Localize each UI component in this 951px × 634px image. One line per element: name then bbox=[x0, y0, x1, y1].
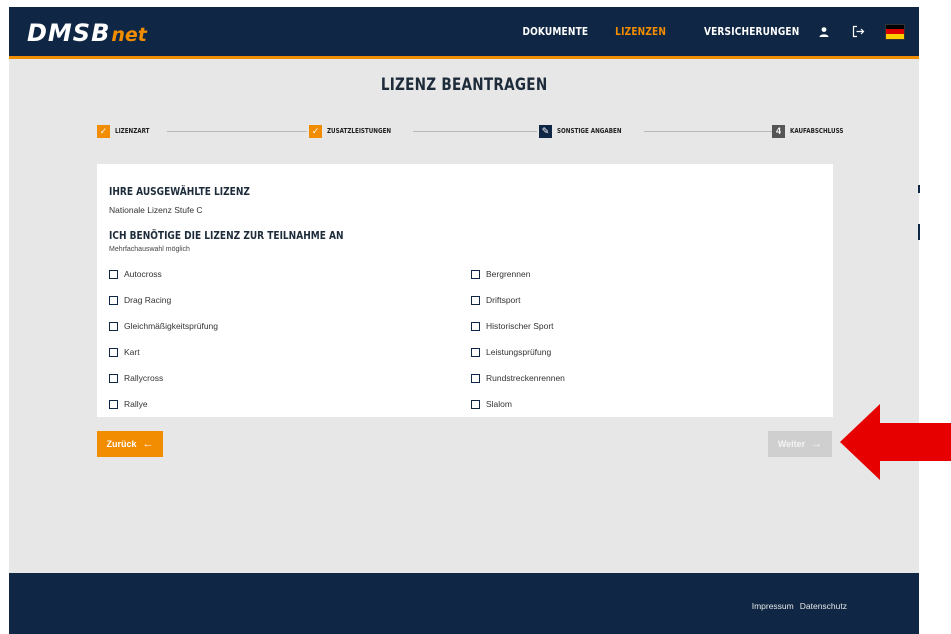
checkbox[interactable] bbox=[109, 399, 118, 409]
selected-license-heading: IHRE AUSGEWÄHLTE LIZENZ bbox=[109, 185, 250, 198]
edge-marker bbox=[918, 185, 920, 193]
checkbox-label: Bergrennen bbox=[486, 269, 531, 279]
dmsb-net-logo[interactable]: DMSB net bbox=[27, 19, 147, 47]
checkbox[interactable] bbox=[471, 399, 480, 409]
nav-versicherungen[interactable]: VERSICHERUNGEN bbox=[703, 25, 799, 38]
next-button[interactable]: Weiter → bbox=[768, 431, 832, 457]
checkbox[interactable] bbox=[109, 295, 118, 305]
checkbox-leistungspruefung[interactable]: Leistungsprüfung bbox=[471, 347, 551, 357]
page-title: LIZENZ BEANTRAGEN bbox=[380, 75, 548, 95]
progress-stepper: ✓ LIZENZART ✓ ZUSATZLEISTUNGEN ✎ SONSTIG… bbox=[97, 124, 863, 138]
main-nav: DOKUMENTE LIZENZEN VERSICHERUNGEN bbox=[492, 7, 905, 56]
step-zusatzleistungen[interactable]: ✓ ZUSATZLEISTUNGEN bbox=[309, 124, 414, 138]
arrow-right-icon: → bbox=[811, 438, 823, 450]
step-label: SONSTIGE ANGABEN bbox=[557, 127, 622, 135]
check-icon: ✓ bbox=[309, 124, 322, 138]
checkbox-bergrennen[interactable]: Bergrennen bbox=[471, 269, 530, 279]
checkbox[interactable] bbox=[109, 347, 118, 357]
checkbox[interactable] bbox=[109, 373, 118, 383]
step-label: KAUFABSCHLUSS bbox=[790, 127, 844, 135]
checkbox-autocross[interactable]: Autocross bbox=[109, 269, 162, 279]
license-form-card: IHRE AUSGEWÄHLTE LIZENZ Nationale Lizenz… bbox=[97, 164, 833, 417]
top-navigation-bar: DMSB net DOKUMENTE LIZENZEN VERSICHERUNG… bbox=[9, 7, 919, 59]
step-sonstige-angaben: ✎ SONSTIGE ANGABEN bbox=[539, 124, 644, 138]
red-arrow-annotation-icon bbox=[840, 404, 951, 480]
step-label: LIZENZART bbox=[115, 127, 150, 135]
checkbox-label: Rundstreckenrennen bbox=[486, 373, 565, 383]
step-label: ZUSATZLEISTUNGEN bbox=[327, 127, 392, 135]
nav-lizenzen[interactable]: LIZENZEN bbox=[616, 25, 667, 38]
checkbox-label: Slalom bbox=[486, 399, 512, 409]
checkbox-label: Leistungsprüfung bbox=[486, 347, 552, 357]
step-lizenzart[interactable]: ✓ LIZENZART bbox=[97, 124, 165, 138]
checkbox-gleichmaessigkeitspruefung[interactable]: Gleichmäßigkeitsprüfung bbox=[109, 321, 218, 331]
checkbox[interactable] bbox=[471, 295, 480, 305]
checkbox[interactable] bbox=[109, 321, 118, 331]
selected-license-value: Nationale Lizenz Stufe C bbox=[109, 205, 203, 215]
step-kaufabschluss: 4 KAUFABSCHLUSS bbox=[772, 124, 863, 138]
german-flag-icon[interactable] bbox=[885, 23, 905, 40]
checkbox[interactable] bbox=[471, 373, 480, 383]
checkbox[interactable] bbox=[471, 347, 480, 357]
checkbox-rundstreckenrennen[interactable]: Rundstreckenrennen bbox=[471, 373, 565, 383]
checkbox-label: Drag Racing bbox=[124, 295, 172, 305]
logo-main-text: DMSB bbox=[27, 19, 111, 47]
checkbox-label: Rallycross bbox=[124, 373, 164, 383]
app-window: DMSB net DOKUMENTE LIZENZEN VERSICHERUNG… bbox=[9, 7, 919, 634]
footer-links: Impressum Datenschutz bbox=[746, 601, 847, 611]
checkbox-driftsport[interactable]: Driftsport bbox=[471, 295, 520, 305]
edge-marker bbox=[918, 224, 920, 240]
multi-select-hint: Mehrfachauswahl möglich bbox=[109, 246, 190, 253]
check-icon: ✓ bbox=[97, 124, 110, 138]
checkbox-label: Gleichmäßigkeitsprüfung bbox=[124, 321, 219, 331]
pencil-icon: ✎ bbox=[539, 124, 552, 138]
stepper-connector bbox=[167, 131, 307, 132]
logout-icon[interactable] bbox=[849, 23, 867, 41]
checkbox-label: Historischer Sport bbox=[486, 321, 554, 331]
checkbox-label: Driftsport bbox=[486, 295, 521, 305]
next-button-label: Weiter bbox=[777, 439, 806, 449]
arrow-left-icon: ← bbox=[142, 438, 154, 450]
checkbox-label: Autocross bbox=[124, 269, 162, 279]
checkbox[interactable] bbox=[471, 321, 480, 331]
step-number: 4 bbox=[772, 124, 785, 138]
user-icon[interactable] bbox=[815, 23, 833, 41]
participation-heading: ICH BENÖTIGE DIE LIZENZ ZUR TEILNAHME AN bbox=[109, 229, 344, 242]
checkbox-historischer-sport[interactable]: Historischer Sport bbox=[471, 321, 554, 331]
back-button-label: Zurück bbox=[106, 439, 137, 449]
logo-sub-text: net bbox=[111, 24, 147, 46]
checkbox-label: Rallye bbox=[124, 399, 148, 409]
back-button[interactable]: Zurück ← bbox=[97, 431, 163, 457]
checkbox-label: Kart bbox=[124, 347, 140, 357]
checkbox[interactable] bbox=[109, 269, 118, 279]
checkbox-rallye[interactable]: Rallye bbox=[109, 399, 148, 409]
nav-dokumente[interactable]: DOKUMENTE bbox=[523, 25, 589, 38]
footer-link-datenschutz[interactable]: Datenschutz bbox=[800, 601, 847, 611]
checkbox[interactable] bbox=[471, 269, 480, 279]
checkbox-rallycross[interactable]: Rallycross bbox=[109, 373, 163, 383]
page-footer: Impressum Datenschutz bbox=[9, 573, 919, 634]
checkbox-drag-racing[interactable]: Drag Racing bbox=[109, 295, 171, 305]
footer-link-impressum[interactable]: Impressum bbox=[752, 601, 794, 611]
checkbox-kart[interactable]: Kart bbox=[109, 347, 140, 357]
checkbox-slalom[interactable]: Slalom bbox=[471, 399, 512, 409]
